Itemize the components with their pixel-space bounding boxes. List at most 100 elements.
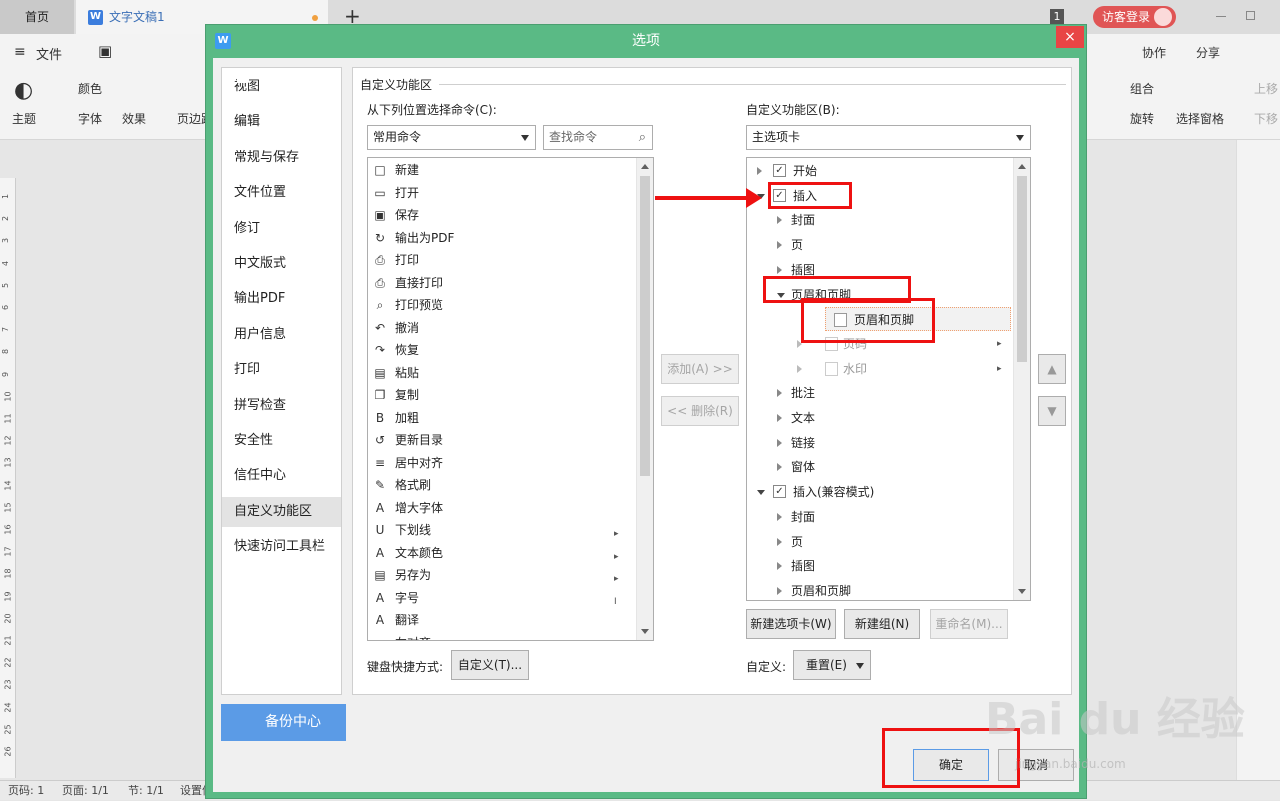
nav-item[interactable]: 输出PDF (222, 284, 341, 314)
expand-icon[interactable] (777, 241, 782, 250)
backup-center-button[interactable]: 备份中心 (221, 704, 346, 741)
nav-item[interactable]: 自定义功能区 (222, 496, 341, 527)
tree-node[interactable]: 页 (747, 530, 1013, 554)
new-group-button[interactable]: 新建组(N) (844, 609, 920, 639)
color-button[interactable]: 颜色 (78, 80, 102, 97)
rename-button[interactable]: 重命名(M)... (930, 609, 1008, 639)
command-source-select[interactable]: 常用命令 (367, 125, 536, 150)
rotate-button[interactable]: 旋转 (1130, 110, 1154, 127)
scroll-thumb[interactable] (640, 176, 650, 476)
nav-item[interactable]: 信任中心 (222, 461, 341, 491)
ribbon-tabs-select[interactable]: 主选项卡 (746, 125, 1031, 150)
tree-node[interactable]: 水印 ▸ (747, 357, 1013, 381)
search-command-input[interactable]: 查找命令 ⌕ (543, 125, 653, 150)
command-item[interactable]: ↻ 输出为PDF (368, 227, 636, 249)
menu-icon[interactable]: ≡ (14, 44, 26, 60)
command-item[interactable]: A 翻译 (368, 609, 636, 631)
group-button[interactable]: 组合 (1130, 80, 1154, 97)
tree-node[interactable]: 页眉和页脚 (747, 579, 1013, 600)
scroll-up-icon[interactable] (1018, 164, 1026, 169)
tree-node[interactable]: 批注 (747, 381, 1013, 405)
tree-node[interactable]: ✓ 开始 (747, 159, 1013, 183)
expand-icon[interactable] (777, 216, 782, 225)
command-item[interactable]: U 下划线 ▸ (368, 519, 636, 541)
nav-item[interactable]: 常规与保存 (222, 143, 341, 173)
nav-item[interactable]: 修订 (222, 214, 341, 244)
command-list[interactable]: ≡ 左对齐 A 翻译 A 字号 I ▤ 另存为 ▸ A 文本颜色 ▸ U 下划线 ▸ A 增大字体 ✎ 格式刷 ≡ 居中对… (367, 157, 654, 641)
tree-node[interactable]: 插图 (747, 554, 1013, 578)
move-up-button[interactable]: ▲ (1038, 354, 1066, 384)
tree-node[interactable]: 页 (747, 233, 1013, 257)
tree-node[interactable]: 插图 (747, 258, 1013, 282)
nav-item[interactable]: 安全性 (222, 426, 341, 456)
tree-node[interactable]: 页码 ▸ (747, 332, 1013, 356)
collapse-icon[interactable] (777, 292, 785, 298)
theme-button[interactable]: 主题 (12, 110, 36, 127)
command-item[interactable]: ✎ 格式刷 (368, 474, 636, 496)
expand-icon[interactable] (797, 339, 802, 348)
scroll-down-icon[interactable] (1018, 589, 1026, 594)
restore-icon[interactable] (1246, 11, 1255, 20)
expand-icon[interactable] (777, 265, 782, 274)
nav-item[interactable]: 中文版式 (222, 249, 341, 279)
tree-node[interactable]: 封面 (747, 208, 1013, 232)
command-item[interactable]: ≡ 居中对齐 (368, 452, 636, 474)
collab-button[interactable]: 协作 (1142, 44, 1166, 61)
command-item[interactable]: ⎙ 打印 (368, 249, 636, 271)
ribbon-tree-scrollbar[interactable] (1013, 158, 1030, 600)
command-item[interactable]: ▭ 打开 (368, 182, 636, 204)
ok-button[interactable]: 确定 (913, 749, 989, 781)
nav-item[interactable]: 拼写检查 (222, 391, 341, 421)
move-up-button[interactable]: 上移 (1254, 80, 1278, 97)
tree-node[interactable]: 链接 (747, 431, 1013, 455)
scroll-up-icon[interactable] (641, 164, 649, 169)
tree-node[interactable]: 页眉和页脚 (825, 307, 1011, 332)
command-list-scrollbar[interactable] (636, 158, 653, 640)
command-item[interactable]: A 增大字体 (368, 497, 636, 519)
checkbox-icon[interactable]: ✓ (773, 485, 786, 499)
checkbox-icon[interactable]: ✓ (773, 164, 786, 177)
expand-icon[interactable] (797, 364, 802, 373)
command-item[interactable]: B 加粗 (368, 407, 636, 429)
save-icon[interactable]: ▣ (98, 42, 112, 60)
nav-item[interactable]: 打印 (222, 355, 341, 385)
new-tab-button[interactable]: 新建选项卡(W) (746, 609, 836, 639)
expand-icon[interactable] (777, 512, 782, 521)
checkbox-icon[interactable]: ✓ (773, 188, 786, 202)
tree-node[interactable]: 封面 (747, 505, 1013, 529)
command-item[interactable]: ⎙ 直接打印 (368, 272, 636, 294)
expand-icon[interactable] (777, 537, 782, 546)
share-button[interactable]: 分享 (1196, 44, 1220, 61)
command-item[interactable]: ↶ 撤消 (368, 317, 636, 339)
command-item[interactable]: ▤ 粘贴 (368, 362, 636, 384)
command-item[interactable]: □ 新建 (368, 159, 636, 181)
reset-button[interactable]: 重置(E) (793, 650, 871, 680)
expand-icon[interactable] (757, 167, 762, 175)
close-button[interactable]: × (1056, 26, 1084, 48)
expand-icon[interactable] (777, 414, 782, 422)
remove-button[interactable]: << 删除(R) (661, 396, 739, 426)
font-button[interactable]: 字体 (78, 110, 102, 127)
move-down-button[interactable]: ▼ (1038, 396, 1066, 426)
effect-button[interactable]: 效果 (122, 110, 146, 127)
collapse-icon[interactable] (757, 490, 765, 496)
expand-icon[interactable] (777, 463, 782, 472)
minimize-icon[interactable] (1216, 16, 1226, 17)
keyboard-customize-button[interactable]: 自定义(T)... (451, 650, 529, 680)
expand-icon[interactable] (777, 562, 782, 571)
theme-icon[interactable]: ◐ (14, 78, 33, 103)
command-item[interactable]: A 字号 I (368, 587, 636, 609)
add-button[interactable]: 添加(A) >> (661, 354, 739, 384)
scroll-thumb[interactable] (1017, 176, 1027, 362)
command-item[interactable]: ≡ 左对齐 (368, 632, 636, 641)
tree-node[interactable]: 窗体 (747, 455, 1013, 479)
command-item[interactable]: ▤ 另存为 ▸ (368, 564, 636, 586)
tab-home[interactable]: 首页 (0, 0, 74, 34)
expand-icon[interactable] (777, 389, 782, 398)
command-item[interactable]: ↷ 恢复 (368, 339, 636, 361)
command-item[interactable]: ↺ 更新目录 (368, 429, 636, 451)
nav-item[interactable]: 文件位置 (222, 178, 341, 208)
move-down-button[interactable]: 下移 (1254, 110, 1278, 127)
expand-icon[interactable] (777, 438, 782, 447)
tree-node[interactable]: 文本 (747, 406, 1013, 430)
